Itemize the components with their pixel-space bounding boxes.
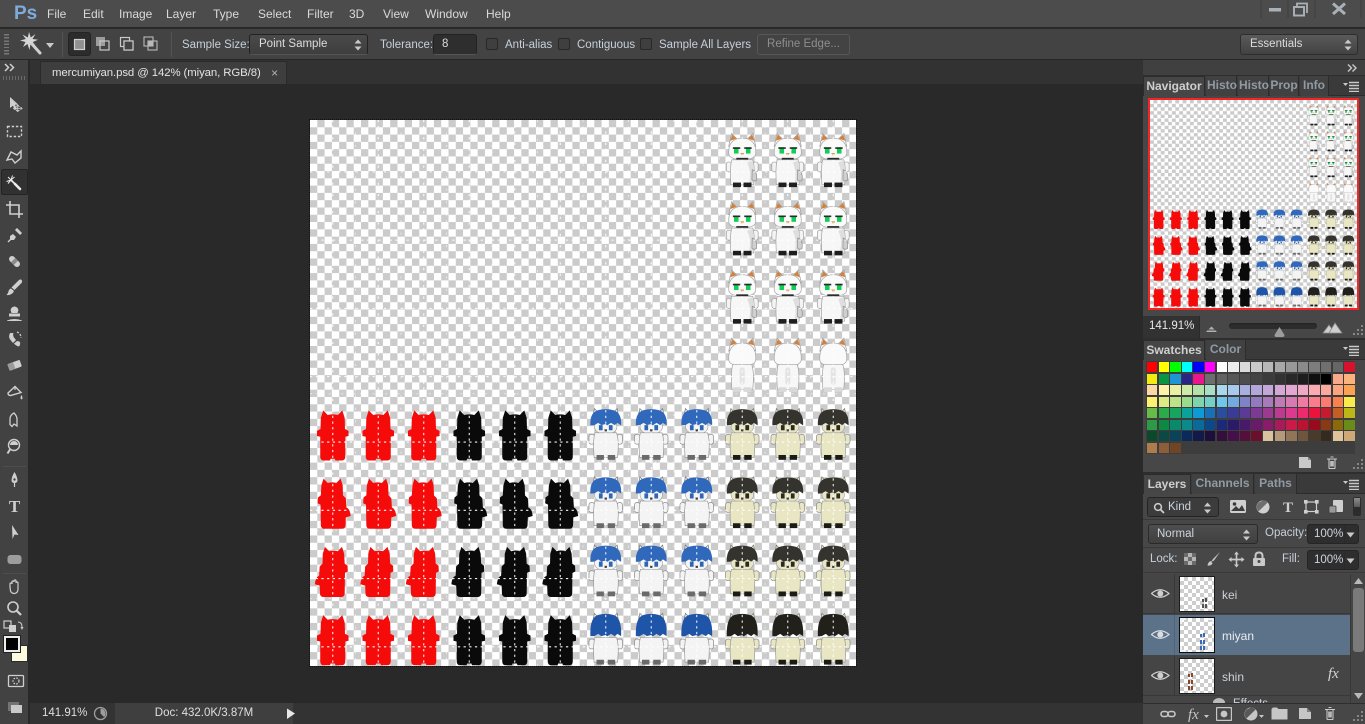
svg-text:fx: fx [1188, 707, 1199, 722]
svg-text:T: T [9, 497, 21, 516]
svg-text:T: T [1283, 500, 1293, 515]
